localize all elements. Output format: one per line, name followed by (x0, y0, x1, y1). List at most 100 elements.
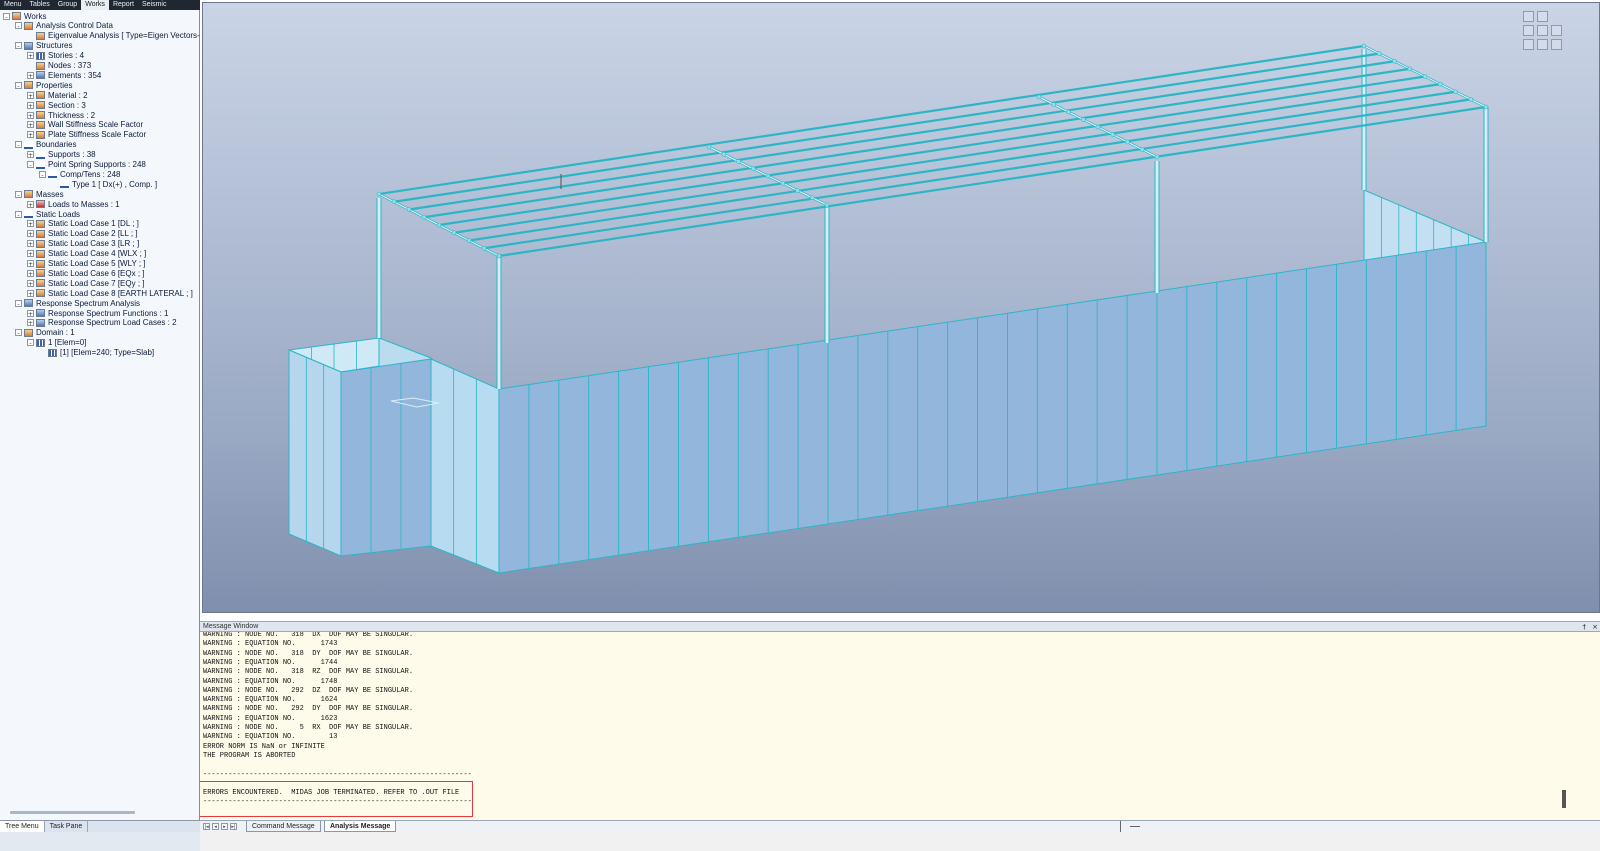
view-pan-icon[interactable] (1537, 39, 1548, 50)
expand-icon[interactable]: + (27, 309, 34, 318)
tree-node[interactable]: + Wall Stiffness Scale Factor (27, 120, 143, 130)
tree-node[interactable]: + Static Load Case 7 [EQy ; ] (27, 278, 145, 288)
tree-node-label[interactable]: Plate Stiffness Scale Factor (48, 130, 146, 139)
tree-node-label[interactable]: Structures (36, 41, 72, 50)
tree-node-label[interactable]: Masses (36, 190, 64, 199)
tree-node-label[interactable]: Domain : 1 (36, 328, 75, 337)
model-viewport[interactable] (202, 2, 1600, 613)
tree-node-label[interactable]: Comp/Tens : 248 (60, 170, 120, 179)
expand-icon[interactable]: + (27, 240, 34, 248)
tree-node[interactable]: + Stories : 4 (27, 51, 84, 61)
tree-node[interactable]: + Response Spectrum Functions : 1 (27, 308, 169, 318)
tree-node-label[interactable]: Wall Stiffness Scale Factor (48, 120, 143, 129)
tree-node[interactable]: - Analysis Control Data (15, 21, 113, 31)
expand-icon[interactable]: + (27, 260, 34, 268)
tab-menu[interactable]: Menu (0, 0, 26, 10)
expand-icon[interactable]: + (27, 131, 34, 139)
tree-node-label[interactable]: Static Load Case 8 [EARTH LATERAL ; ] (48, 289, 193, 298)
tree-node[interactable]: - Comp/Tens : 248 (39, 169, 120, 179)
tree-node[interactable]: - Response Spectrum Analysis (15, 298, 140, 308)
tree-node-label[interactable]: Supports : 38 (48, 150, 96, 159)
tree-node[interactable]: + Static Load Case 8 [EARTH LATERAL ; ] (27, 288, 193, 298)
tree-node-label[interactable]: Response Spectrum Load Cases : 2 (48, 318, 177, 327)
view-top-icon[interactable] (1537, 25, 1548, 36)
tab-tree-menu[interactable]: Tree Menu (0, 821, 45, 832)
tree-node[interactable]: - Properties (15, 80, 72, 90)
first-tab-icon[interactable]: |◂ (203, 823, 210, 830)
expand-icon[interactable]: + (27, 111, 34, 120)
collapse-icon[interactable]: - (39, 170, 46, 179)
tree-node-label[interactable]: Loads to Masses : 1 (48, 200, 120, 209)
tree-node-label[interactable]: Material : 2 (48, 91, 88, 100)
tree-node[interactable]: - Domain : 1 (15, 328, 75, 338)
tree-node[interactable]: + Plate Stiffness Scale Factor (27, 130, 146, 140)
expand-icon[interactable]: + (27, 289, 34, 298)
close-icon[interactable]: × (1592, 622, 1598, 632)
pin-icon[interactable]: † (1583, 622, 1587, 632)
tree-node-label[interactable]: 1 [Elem=0] (48, 338, 86, 347)
expand-icon[interactable]: + (27, 101, 34, 110)
tree-node[interactable]: + Static Load Case 1 [DL ; ] (27, 219, 139, 229)
tree-node-label[interactable]: [1] [Elem=240; Type=Slab] (60, 348, 154, 357)
tree-node[interactable]: + Response Spectrum Load Cases : 2 (27, 318, 177, 328)
tree-node[interactable]: - Masses (15, 189, 64, 199)
expand-icon[interactable]: + (27, 121, 34, 129)
prev-tab-icon[interactable]: ◂ (212, 823, 219, 830)
view-front-icon[interactable] (1551, 25, 1562, 36)
expand-icon[interactable]: + (27, 279, 34, 288)
tree-node[interactable]: - Structures (15, 41, 72, 51)
tree-node[interactable]: + Thickness : 2 (27, 110, 95, 120)
tree-horizontal-scrollbar[interactable] (10, 811, 135, 814)
tree-node[interactable]: + Section : 3 (27, 100, 86, 110)
tree-node-label[interactable]: Eigenvalue Analysis [ Type=Eigen Vectors… (48, 31, 200, 40)
tree-node-label[interactable]: Static Load Case 3 [LR ; ] (48, 239, 139, 248)
tree-node-label[interactable]: Analysis Control Data (36, 21, 113, 30)
tree-node-label[interactable]: Properties (36, 81, 72, 90)
tree-node-label[interactable]: Static Load Case 6 [EQx ; ] (48, 269, 145, 278)
tree-node[interactable]: [1] [Elem=240; Type=Slab] (39, 348, 154, 358)
view-iso-icon[interactable] (1523, 25, 1534, 36)
tree-node[interactable]: + Static Load Case 6 [EQx ; ] (27, 268, 145, 278)
tree-node-label[interactable]: Static Load Case 4 [WLX ; ] (48, 249, 146, 258)
tree-node-label[interactable]: Works (24, 12, 47, 21)
expand-icon[interactable]: + (27, 269, 34, 278)
collapse-icon[interactable]: - (15, 210, 22, 219)
tree-node[interactable]: Eigenvalue Analysis [ Type=Eigen Vectors… (27, 31, 200, 41)
tab-report[interactable]: Report (109, 0, 138, 10)
tab-seismic[interactable]: Seismic (138, 0, 171, 10)
tree-node-label[interactable]: Response Spectrum Analysis (36, 299, 140, 308)
collapse-icon[interactable]: - (27, 161, 34, 169)
next-tab-icon[interactable]: ▸ (221, 823, 228, 830)
expand-icon[interactable]: + (27, 52, 34, 60)
view-fit-icon[interactable] (1537, 11, 1548, 22)
collapse-icon[interactable]: - (15, 42, 22, 50)
tab-task-pane[interactable]: Task Pane (45, 821, 89, 832)
tree-node-label[interactable]: Type 1 [ Dx(+) , Comp. ] (72, 180, 157, 189)
message-scrollbar[interactable] (1566, 632, 1600, 819)
expand-icon[interactable]: + (27, 220, 34, 228)
tree-node-label[interactable]: Static Loads (36, 210, 80, 219)
tab-analysis-message[interactable]: Analysis Message (324, 821, 397, 832)
tree-node[interactable]: - Static Loads (15, 209, 80, 219)
tree-node-label[interactable]: Section : 3 (48, 101, 86, 110)
tree-node-label[interactable]: Static Load Case 1 [DL ; ] (48, 219, 139, 228)
last-tab-icon[interactable]: ▸| (230, 823, 237, 830)
collapse-icon[interactable]: - (15, 81, 22, 90)
expand-icon[interactable]: + (27, 250, 34, 258)
tree-node[interactable]: - Point Spring Supports : 248 (27, 160, 146, 170)
tree-node[interactable]: Type 1 [ Dx(+) , Comp. ] (51, 179, 157, 189)
view-zoom-icon[interactable] (1523, 11, 1534, 22)
tree-node-label[interactable]: Static Load Case 2 [LL ; ] (48, 229, 138, 238)
expand-icon[interactable]: + (27, 200, 34, 209)
tab-splitter[interactable] (1120, 821, 1121, 832)
tree-node-label[interactable]: Static Load Case 7 [EQy ; ] (48, 279, 145, 288)
collapse-icon[interactable]: - (15, 299, 22, 308)
tree-node-label[interactable]: Elements : 354 (48, 71, 101, 80)
tree-node-label[interactable]: Nodes : 373 (48, 61, 91, 70)
tree-node-label[interactable]: Response Spectrum Functions : 1 (48, 309, 169, 318)
collapse-icon[interactable]: - (3, 12, 10, 21)
message-log[interactable]: WARNING : NODE NO. 318 DX DOF MAY BE SIN… (200, 632, 1566, 819)
view-rotate-icon[interactable] (1523, 39, 1534, 50)
tree-node[interactable]: + Static Load Case 4 [WLX ; ] (27, 249, 146, 259)
tree-node[interactable]: - Works (3, 11, 47, 21)
